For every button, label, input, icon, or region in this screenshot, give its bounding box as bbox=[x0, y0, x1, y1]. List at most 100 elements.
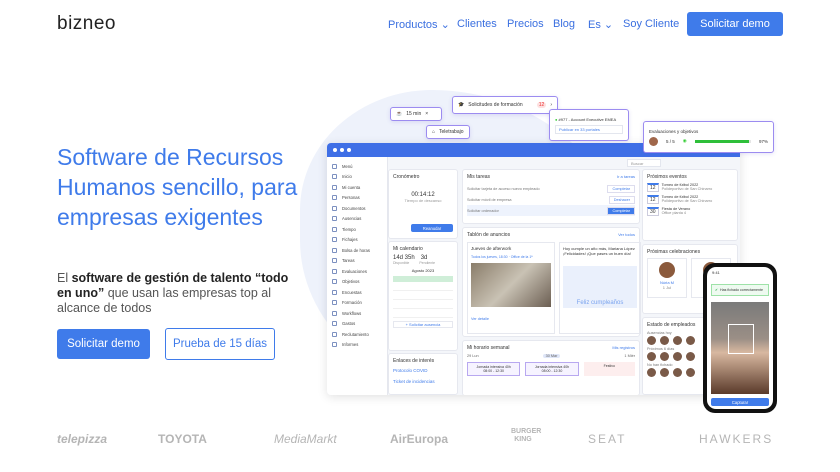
timer-title: Cronómetro bbox=[393, 174, 420, 180]
menu-icon bbox=[332, 300, 337, 306]
avatar bbox=[659, 262, 675, 278]
sidebar-item[interactable]: Ausencias bbox=[327, 214, 387, 225]
event-item[interactable]: 12 Torneo de fútbol 2022 Polideportivo de … bbox=[647, 195, 733, 204]
sidebar-item[interactable]: Informes bbox=[327, 340, 387, 351]
celebration-person[interactable]: Núria M1 Jul bbox=[647, 258, 687, 298]
nav-precios[interactable]: Precios bbox=[507, 18, 544, 30]
close-icon[interactable]: × bbox=[425, 111, 428, 117]
logo-seat: SEAT bbox=[588, 432, 627, 446]
link-tickets[interactable]: Ticket de incidencias bbox=[393, 379, 453, 384]
sidebar-item[interactable]: Workflows bbox=[327, 308, 387, 319]
schedule-card: Mi horario semanal Mis registros 29 Lun 30… bbox=[462, 340, 640, 395]
event-item[interactable]: 30 Fiesta de Verano Office planta 4 bbox=[647, 207, 733, 216]
request-absence-button[interactable]: + Solicitar ausencia bbox=[393, 321, 453, 328]
resume-button[interactable]: Reanudar bbox=[411, 224, 453, 232]
avatar bbox=[673, 336, 682, 345]
menu-icon bbox=[332, 247, 337, 253]
publish-button[interactable]: Publicar en 33 portales bbox=[555, 124, 623, 134]
sidebar-item[interactable]: Tareas bbox=[327, 256, 387, 267]
sidebar-item[interactable]: Gastos bbox=[327, 319, 387, 330]
board-card: Tablón de anuncios Ver todos Jueves de af… bbox=[462, 227, 641, 337]
task-action-button[interactable]: Completar bbox=[607, 206, 635, 215]
capture-button[interactable]: Capturar bbox=[711, 398, 769, 406]
sidebar-item[interactable]: Reclutamiento bbox=[327, 329, 387, 340]
sidebar-item[interactable]: Tiempo bbox=[327, 224, 387, 235]
afterwork-photo bbox=[471, 263, 551, 307]
nav-demo-button[interactable]: Solicitar demo bbox=[687, 12, 783, 36]
timer-card: Cronómetro 00:14:12 Tiempo de descanso R… bbox=[388, 169, 458, 239]
nav-blog[interactable]: Blog bbox=[553, 18, 575, 30]
logo-telepizza: telepizza bbox=[57, 432, 108, 446]
break-chip: ☕ 15 min × bbox=[390, 107, 442, 121]
check-icon: ● bbox=[555, 116, 558, 122]
sidebar-item[interactable]: Objetivos bbox=[327, 277, 387, 288]
links-title: Enlaces de interés bbox=[393, 358, 435, 364]
job-posting-card: ● #977 - Account Executive EMEA Publicar … bbox=[549, 109, 629, 141]
sidebar-item[interactable]: Inicio bbox=[327, 172, 387, 183]
home-icon: ⌂ bbox=[432, 129, 436, 135]
remote-chip: ⌂ Teletrabajo bbox=[426, 125, 470, 139]
view-details-link[interactable]: Ver detalle bbox=[471, 317, 551, 321]
sidebar-item[interactable]: Personas bbox=[327, 193, 387, 204]
sidebar-item[interactable]: Evaluaciones bbox=[327, 266, 387, 277]
avatar bbox=[649, 136, 658, 146]
sidebar-item[interactable]: Fichajes bbox=[327, 235, 387, 246]
logo-mediamarkt: MediaMarkt bbox=[274, 432, 337, 446]
sidebar-item[interactable]: Encuestas bbox=[327, 287, 387, 298]
search-input[interactable]: Buscar bbox=[627, 159, 661, 167]
post-tag: Office de la 1ª bbox=[510, 255, 533, 259]
avatar bbox=[686, 352, 695, 361]
logo-toyota: TOYOTA bbox=[158, 432, 207, 446]
menu-icon bbox=[332, 342, 337, 348]
post-tag: Todos los jueves, 18:30 bbox=[471, 255, 508, 259]
nav-language[interactable]: Es ⌄ bbox=[588, 18, 613, 31]
avatar bbox=[647, 352, 656, 361]
sidebar-item[interactable]: Documentos bbox=[327, 203, 387, 214]
task-action-button[interactable]: Completar bbox=[607, 184, 635, 193]
calendar-title: Mi calendario bbox=[393, 246, 423, 252]
bizneo-logo[interactable]: bizneo bbox=[57, 13, 116, 35]
nav-productos[interactable]: Productos ⌄ bbox=[388, 18, 450, 31]
training-count-badge: 12 bbox=[536, 102, 547, 108]
request-demo-button[interactable]: Solicitar demo bbox=[57, 329, 150, 359]
app-sidebar: Menú Inicio Mi cuenta Personas Documentos Au… bbox=[327, 157, 388, 395]
timer-label: Tiempo de descanso bbox=[404, 198, 442, 203]
events-card: Próximos eventos 12 Torneo de fútbol 2022… bbox=[642, 169, 738, 241]
board-link[interactable]: Ver todos bbox=[618, 232, 635, 237]
schedule-day: 1 Miér bbox=[624, 354, 635, 358]
hero-subtitle: El software de gestión de talento “todo … bbox=[57, 271, 289, 315]
nav-soy-cliente[interactable]: Soy Cliente bbox=[623, 18, 679, 30]
tasks-link[interactable]: Ir a tareas bbox=[617, 174, 635, 179]
event-item[interactable]: 12 Torneo de fútbol 2022 Polideportivo de … bbox=[647, 183, 733, 192]
face-photo bbox=[711, 302, 769, 394]
calendar-card: Mi calendario 14d 35h 3d Disponible Pendie… bbox=[388, 241, 458, 351]
phone-mockup: 9:41 ✔ Has fichado correctamente Capturar bbox=[703, 263, 777, 413]
graduation-cap-icon: 🎓 bbox=[458, 102, 465, 108]
training-requests-card[interactable]: 🎓 Solicitudes de formación 12 › bbox=[452, 96, 558, 114]
sidebar-item[interactable]: Bolsa de horas bbox=[327, 245, 387, 256]
schedule-link[interactable]: Mis registros bbox=[612, 345, 635, 350]
post-title: Jueves de afterwork bbox=[471, 246, 512, 251]
task-action-button[interactable]: Deshacer bbox=[608, 195, 635, 204]
evaluation-score: 5 / 5 bbox=[666, 138, 675, 144]
sidebar-item[interactable]: Formación bbox=[327, 298, 387, 309]
menu-icon bbox=[332, 174, 337, 180]
afterwork-post: Jueves de afterwork Todos los jueves, 18… bbox=[467, 242, 555, 334]
events-title: Próximos eventos bbox=[647, 174, 687, 180]
available-label: Disponible bbox=[393, 261, 410, 265]
birthday-post: Hoy cumple un año más, Mariana López ¡Fe… bbox=[559, 242, 641, 334]
menu-icon bbox=[332, 258, 337, 264]
menu-icon bbox=[332, 268, 337, 274]
app-window-mockup: Menú Inicio Mi cuenta Personas Documentos Au… bbox=[327, 143, 740, 395]
chevron-right-icon: › bbox=[550, 102, 552, 108]
avatar bbox=[647, 368, 656, 377]
avatar bbox=[660, 336, 669, 345]
avatar bbox=[647, 336, 656, 345]
nav-clientes[interactable]: Clientes bbox=[457, 18, 497, 30]
link-covid[interactable]: Protocolo COVID bbox=[393, 368, 453, 373]
menu-icon bbox=[332, 237, 337, 243]
sidebar-item[interactable]: Mi cuenta bbox=[327, 182, 387, 193]
calendar-month: Agosto 2023 bbox=[411, 268, 435, 273]
free-trial-button[interactable]: Prueba de 15 días bbox=[165, 328, 275, 360]
pending-label: Pendiente bbox=[419, 261, 436, 265]
